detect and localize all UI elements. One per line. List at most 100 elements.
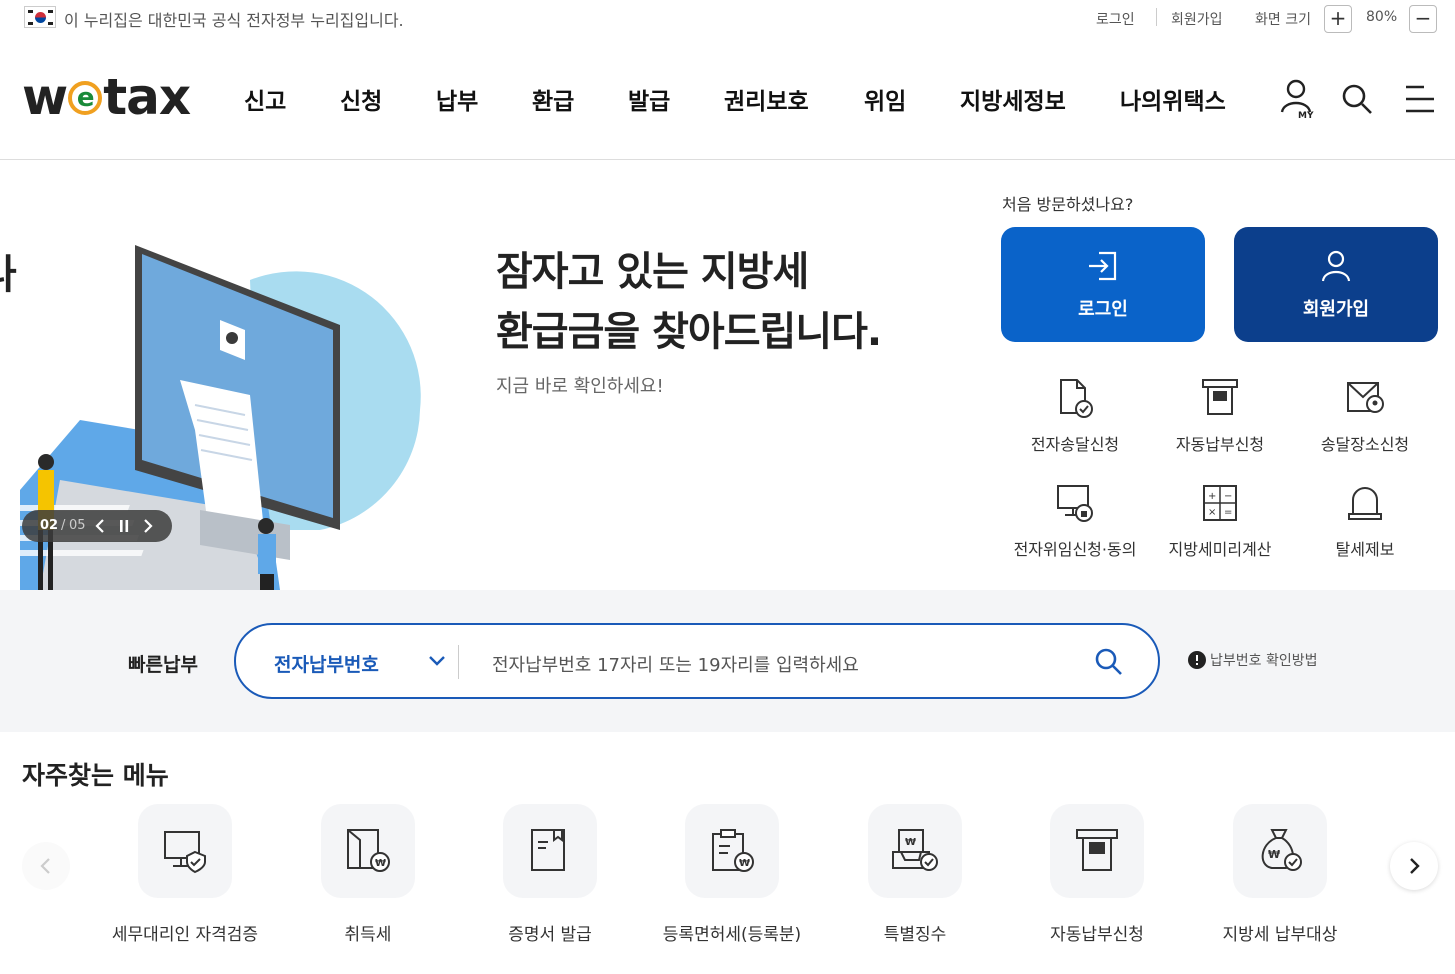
quick-pay-box: 전자납부번호 전자납부번호 17자리 또는 19자리를 입력하세요 xyxy=(234,623,1160,699)
svg-text:₩: ₩ xyxy=(739,858,750,869)
auto-pay-receipt-icon xyxy=(1202,379,1238,415)
svg-text:MY: MY xyxy=(1298,111,1314,120)
logo-w: w xyxy=(22,68,68,126)
frequent-acquisition-tax[interactable]: ₩ 취득세 xyxy=(278,804,458,945)
tray-won-check-icon: ₩ xyxy=(892,829,938,871)
slide-sep: / xyxy=(61,518,66,533)
quick-label: 자동납부신청 xyxy=(1175,435,1265,454)
zoom-in-button[interactable]: + xyxy=(1324,5,1352,33)
nav-pay[interactable]: 납부 xyxy=(436,82,478,116)
frequent-tax-agent-verify[interactable]: 세무대리인 자격검증 xyxy=(95,804,275,945)
frequent-label: 세무대리인 자격검증 xyxy=(111,925,259,945)
quick-tax-calculator[interactable]: + − × = 지방세미리계산 xyxy=(1150,482,1290,560)
frequent-label: 등록면허세(등록분) xyxy=(662,925,802,945)
svg-text:−: − xyxy=(1224,491,1232,502)
hero-title: 잠자고 있는 지방세 환급금을 찾아드립니다. xyxy=(496,242,882,362)
login-button-label: 로그인 xyxy=(1078,299,1128,320)
svg-text:=: = xyxy=(1224,507,1232,518)
svg-text:₩: ₩ xyxy=(375,858,386,869)
login-icon xyxy=(1089,251,1117,281)
quick-auto-pay[interactable]: 자동납부신청 xyxy=(1150,377,1290,455)
frequent-label: 지방세 납부대상 xyxy=(1222,925,1338,945)
nav-local-tax-info[interactable]: 지방세정보 xyxy=(960,82,1066,116)
folder-won-icon: ₩ xyxy=(347,829,390,872)
gov-banner-text: 이 누리집은 대한민국 공식 전자정부 누리집입니다. xyxy=(64,11,404,30)
pause-icon[interactable] xyxy=(118,519,130,533)
util-signup-link[interactable]: 회원가입 xyxy=(1171,9,1223,29)
svg-text:₩: ₩ xyxy=(1268,848,1280,861)
nav-refund[interactable]: 환급 xyxy=(532,82,574,116)
frequent-tax-payment-target[interactable]: ₩ 지방세 납부대상 xyxy=(1190,804,1370,945)
divider xyxy=(458,645,459,679)
slide-total: 05 xyxy=(69,518,86,533)
frequent-auto-pay[interactable]: 자동납부신청 xyxy=(1007,804,1187,945)
info-icon xyxy=(1188,651,1206,669)
main-header: w e tax 신고 신청 납부 환급 발급 권리보호 위임 지방세정보 나의위택스… xyxy=(0,38,1455,160)
monitor-shield-icon xyxy=(164,831,206,874)
signup-button[interactable]: 회원가입 xyxy=(1234,227,1438,342)
logo-e: e xyxy=(68,80,103,115)
zoom-label: 화면 크기 xyxy=(1255,12,1311,28)
nav-delegation[interactable]: 위임 xyxy=(864,82,906,116)
carousel-next-button[interactable] xyxy=(1390,842,1438,890)
hero-title-line2: 환급금을 찾아드립니다. xyxy=(496,309,882,355)
payment-number-input[interactable]: 전자납부번호 17자리 또는 19자리를 입력하세요 xyxy=(492,651,859,677)
quick-pay-bar: 빠른납부 전자납부번호 전자납부번호 17자리 또는 19자리를 입력하세요 납… xyxy=(0,590,1455,732)
frequent-label: 취득세 xyxy=(344,925,392,945)
monitor-lock-icon xyxy=(1057,485,1093,522)
frequent-label: 특별징수 xyxy=(883,925,947,945)
nav-rights[interactable]: 권리보호 xyxy=(724,82,809,116)
signup-button-label: 회원가입 xyxy=(1302,299,1370,320)
frequent-label: 자동납부신청 xyxy=(1050,925,1144,945)
divider xyxy=(1156,8,1157,26)
quick-e-delivery[interactable]: 전자송달신청 xyxy=(1005,377,1145,455)
clipboard-won-icon: ₩ xyxy=(712,829,754,872)
nav-apply[interactable]: 신청 xyxy=(340,82,382,116)
quick-label: 전자송달신청 xyxy=(1030,435,1120,454)
quick-delivery-address[interactable]: 송달장소신청 xyxy=(1295,377,1435,455)
carousel-prev-button[interactable] xyxy=(22,842,70,890)
logo-tax: tax xyxy=(103,68,191,126)
payment-type-select[interactable]: 전자납부번호 xyxy=(274,650,379,677)
svg-text:₩: ₩ xyxy=(905,837,916,848)
payment-number-help-link[interactable]: 납부번호 확인방법 xyxy=(1188,650,1318,670)
prev-slide-icon[interactable] xyxy=(94,519,106,533)
chevron-down-icon[interactable] xyxy=(428,655,446,667)
zoom-out-button[interactable]: − xyxy=(1409,5,1437,33)
user-icon xyxy=(1321,250,1351,282)
svg-text:+: + xyxy=(1208,491,1216,502)
slide-controls: 02 / 05 xyxy=(22,510,172,542)
money-bag-check-icon: ₩ xyxy=(1261,829,1302,871)
menu-icon[interactable] xyxy=(1404,84,1436,118)
quick-label: 송달장소신청 xyxy=(1320,435,1410,454)
quick-label: 전자위임신청·동의 xyxy=(1013,540,1137,559)
envelope-location-icon xyxy=(1347,382,1384,413)
quick-e-delegation[interactable]: 전자위임신청·동의 xyxy=(1005,482,1145,560)
chevron-left-icon xyxy=(40,858,50,874)
nav-my-wetax[interactable]: 나의위택스 xyxy=(1120,82,1226,116)
login-button[interactable]: 로그인 xyxy=(1001,227,1205,342)
frequent-registration-license-tax[interactable]: ₩ 등록면허세(등록분) xyxy=(642,804,822,945)
calculator-icon: + −× = xyxy=(1203,485,1237,521)
next-slide-icon[interactable] xyxy=(142,519,154,533)
search-icon[interactable] xyxy=(1340,82,1374,120)
auto-pay-receipt-icon xyxy=(1076,829,1118,871)
slide-current: 02 xyxy=(40,518,59,533)
nav-report[interactable]: 신고 xyxy=(244,82,286,116)
visit-prompt: 처음 방문하셨나요? xyxy=(1002,195,1134,214)
util-login-link[interactable]: 로그인 xyxy=(1096,9,1135,29)
quick-label: 지방세미리계산 xyxy=(1168,540,1272,559)
hero-banner: 나 잠자고 있는 지방세 환급금을 찾아드립니다. 지금 바로 확인하세요! 0… xyxy=(0,160,980,590)
chevron-right-icon xyxy=(1410,858,1420,874)
search-icon[interactable] xyxy=(1094,647,1124,677)
hero-title-line1: 잠자고 있는 지방세 xyxy=(496,249,809,295)
frequent-label: 증명서 발급 xyxy=(508,925,592,945)
frequent-certificate-issue[interactable]: 증명서 발급 xyxy=(460,804,640,945)
quick-tax-evasion-report[interactable]: 탈세제보 xyxy=(1295,482,1435,560)
nav-issue[interactable]: 발급 xyxy=(628,82,670,116)
my-page-icon[interactable]: MY xyxy=(1278,78,1318,124)
payment-help-text: 납부번호 확인방법 xyxy=(1210,653,1318,669)
frequent-special-collection[interactable]: ₩ 특별징수 xyxy=(825,804,1005,945)
korea-flag-icon xyxy=(24,6,56,28)
wetax-logo[interactable]: w e tax xyxy=(22,68,191,126)
